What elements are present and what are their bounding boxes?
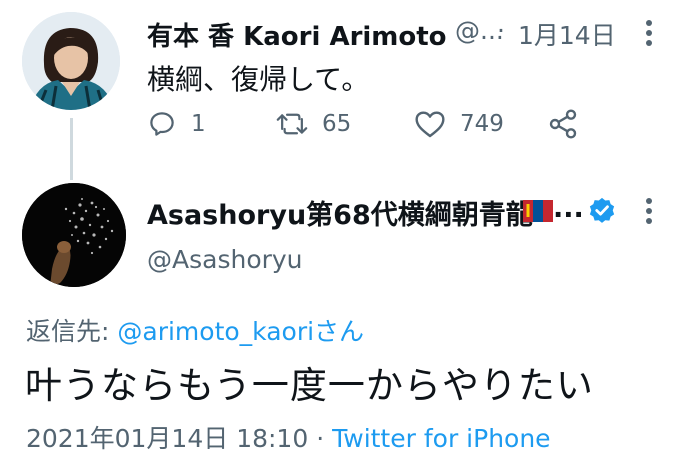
tweet1-date[interactable]: 1月14日 [518, 16, 616, 52]
like-icon [415, 111, 445, 138]
tweet1-display-name[interactable]: 有本 香 Kaori Arimoto [147, 16, 447, 53]
more-menu-icon[interactable] [642, 196, 656, 226]
tweet1-separator: · [497, 16, 505, 45]
retweet-icon [276, 113, 308, 135]
reply-count: 1 [191, 111, 206, 137]
avatar-asashoryu[interactable] [22, 183, 126, 287]
mongolia-flag-icon [523, 200, 553, 222]
tweet1-text: 横綱、復帰して。 [147, 63, 370, 96]
retweet-count: 65 [322, 111, 352, 137]
tweet2-display-name[interactable]: Asashoryu第68代横綱朝青龍 [147, 193, 533, 232]
share-icon [549, 109, 577, 139]
verified-badge-icon [587, 196, 617, 226]
retweet-button[interactable]: 65 [276, 107, 351, 141]
more-menu-icon[interactable] [642, 18, 656, 48]
tweet2-text: 叶うならもう一度一からやりたい [25, 364, 594, 407]
like-button[interactable]: 749 [414, 107, 504, 141]
tweet2-name-ellipsis: ... [553, 193, 584, 224]
thread-connector-line [70, 118, 73, 180]
tweet2-handle[interactable]: @Asashoryu [147, 245, 303, 274]
reply-to-line: 返信先: @arimoto_kaoriさん [26, 312, 364, 348]
reply-prefix: 返信先: [26, 317, 110, 346]
like-count: 749 [460, 111, 504, 137]
reply-mention-link[interactable]: @arimoto_kaoriさん [117, 317, 364, 346]
reply-icon [150, 112, 174, 136]
share-button[interactable] [547, 107, 593, 141]
tweet2-meta: 2021年01月14日 18:10 · Twitter for iPhone [26, 419, 551, 455]
avatar-kaori-arimoto[interactable] [22, 12, 120, 110]
reply-button[interactable]: 1 [147, 107, 206, 141]
